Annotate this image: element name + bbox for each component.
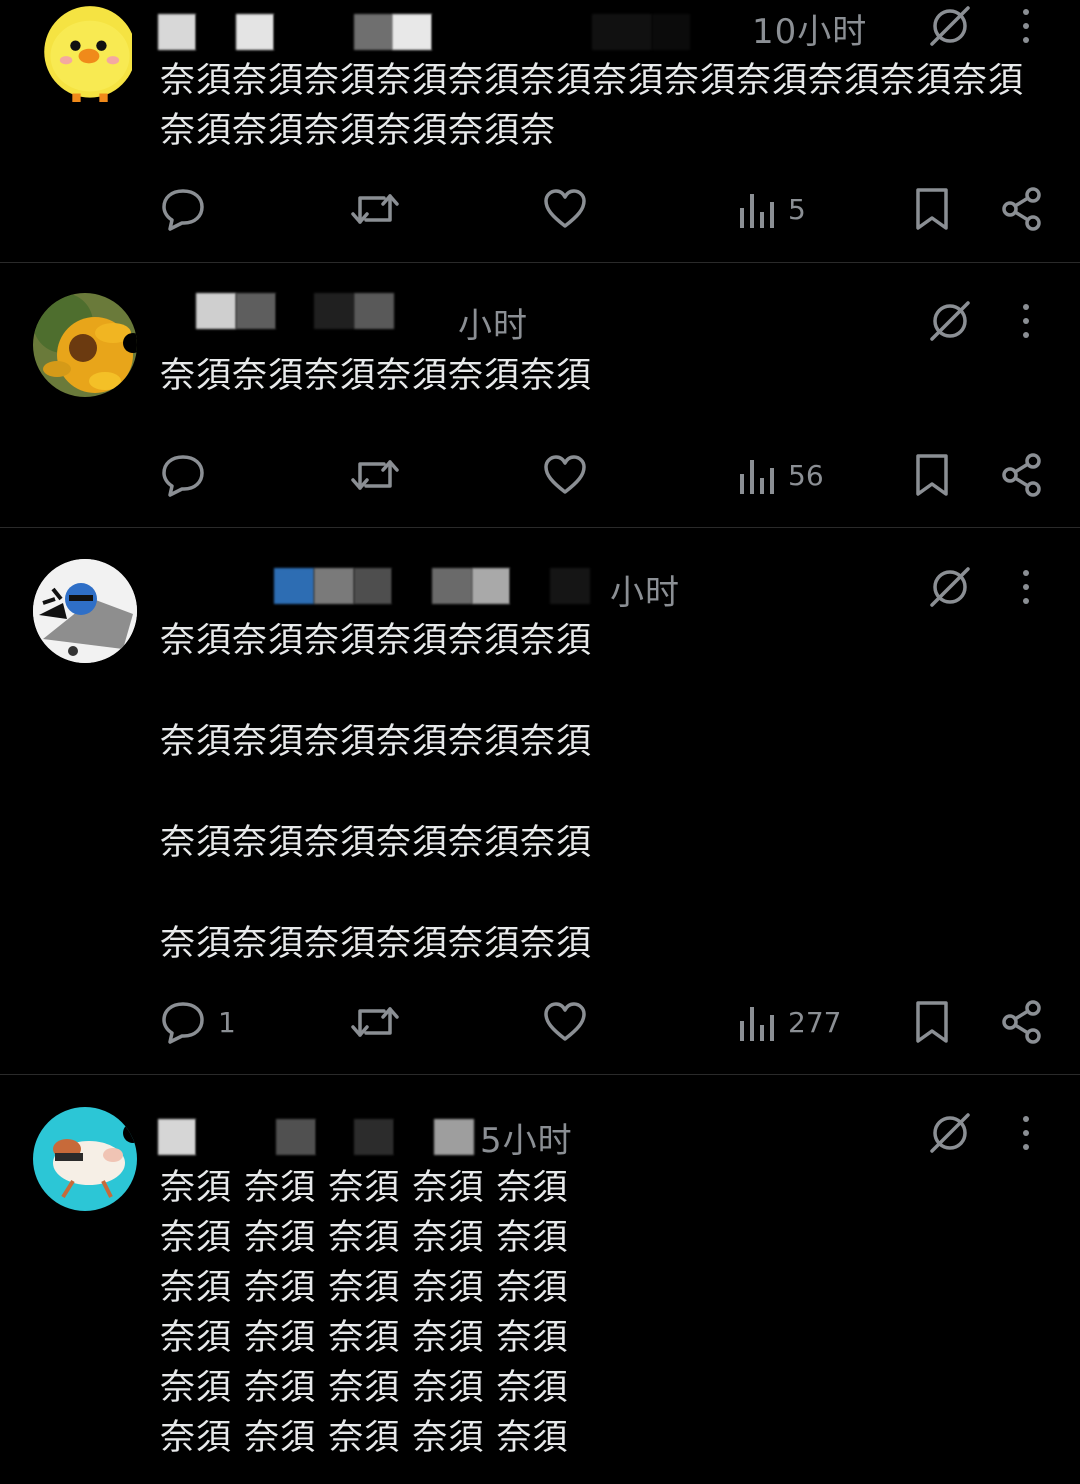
post-4[interactable]: 5小时 奈須 奈須 奈須 奈須 奈須 奈須 奈須 奈須 奈須 奈須 奈須 奈須 … (0, 1075, 1080, 1484)
more-icon[interactable] (1014, 567, 1038, 607)
reply-icon (162, 455, 204, 497)
more-icon[interactable] (1014, 1113, 1038, 1153)
reply-button[interactable] (160, 450, 218, 500)
views-button[interactable]: 277 (738, 997, 841, 1047)
post-text-line: 奈須 奈須 奈須 奈須 奈須 (160, 1368, 569, 1408)
post-3[interactable]: 小时 奈須奈須奈須奈須奈須奈須 奈須奈須奈須奈須奈須奈須 奈須奈須奈須奈須奈須奈… (0, 528, 1080, 1074)
repost-button[interactable] (350, 184, 400, 234)
heart-icon (544, 455, 586, 494)
bookmark-icon (916, 188, 948, 230)
views-count: 56 (788, 458, 824, 492)
views-count: 277 (788, 1005, 842, 1039)
reply-button[interactable]: 1 (160, 997, 236, 1047)
post-text: 奈須奈須奈須奈須奈須奈須奈須奈須奈須奈須奈須奈須奈須奈須奈須奈須奈須奈 (160, 61, 1025, 151)
views-button[interactable]: 56 (738, 450, 824, 500)
share-icon (1002, 453, 1041, 497)
views-icon (740, 460, 774, 494)
bookmark-button[interactable] (912, 997, 952, 1047)
grok-icon[interactable] (926, 1109, 974, 1157)
share-button[interactable] (1000, 184, 1044, 234)
grok-icon[interactable] (926, 563, 974, 611)
post-time: 小时 (610, 573, 680, 613)
timeline-feed: 10小时 奈須奈須奈須奈須奈須奈須奈須奈須奈須奈須奈須奈須奈須奈須奈須奈須奈須奈 (0, 0, 1080, 1484)
avatar[interactable] (33, 293, 137, 397)
views-icon (740, 1007, 774, 1041)
post-text-line: 奈須 奈須 奈須 奈須 奈須 (160, 1318, 569, 1358)
views-icon (740, 194, 774, 228)
reply-icon (162, 189, 204, 231)
cartoon-avatar-image (33, 1107, 137, 1211)
avatar[interactable] (38, 2, 132, 102)
repost-icon (351, 194, 399, 224)
post-text-line: 奈須奈須奈須奈須奈須奈須 (160, 621, 593, 661)
post-2[interactable]: 小时 奈須奈須奈須奈須奈須奈須 56 (0, 263, 1080, 527)
reply-button[interactable] (160, 184, 218, 234)
grok-icon[interactable] (926, 297, 974, 345)
post-text-line: 奈須 奈須 奈須 奈須 奈須 (160, 1418, 569, 1458)
views-count: 5 (788, 192, 806, 226)
like-button[interactable] (542, 450, 588, 500)
reply-count: 1 (218, 1005, 236, 1039)
share-button[interactable] (1000, 450, 1044, 500)
more-icon[interactable] (1014, 6, 1038, 46)
repost-icon (351, 1007, 399, 1037)
sunflower-avatar-image (33, 293, 137, 397)
post-text-line: 奈須奈須奈須奈須奈須奈須 (160, 823, 593, 863)
redacted-display-name[interactable] (274, 568, 594, 604)
bookmark-button[interactable] (912, 184, 952, 234)
post-text-line: 奈須奈須奈須奈須奈須奈須 (160, 924, 593, 964)
post-text-line: 奈須 奈須 奈須 奈須 奈須 (160, 1218, 569, 1258)
post-text-line: 奈須 奈須 奈須 奈須 奈須 (160, 1168, 569, 1208)
grok-icon[interactable] (926, 2, 974, 50)
post-1[interactable]: 10小时 奈須奈須奈須奈須奈須奈須奈須奈須奈須奈須奈須奈須奈須奈須奈須奈須奈須奈 (0, 0, 1080, 262)
redacted-display-name[interactable] (158, 1119, 478, 1155)
bookmark-icon (916, 454, 948, 496)
post-text-line: 奈須奈須奈須奈須奈須奈須 (160, 722, 593, 762)
action-bar: 56 (0, 450, 1080, 500)
more-icon[interactable] (1014, 301, 1038, 341)
cartoon-avatar-image (33, 559, 137, 663)
heart-icon (544, 1002, 586, 1041)
bookmark-button[interactable] (912, 450, 952, 500)
reply-icon (162, 1002, 204, 1044)
post-time: 5小时 (480, 1121, 573, 1161)
repost-icon (351, 460, 399, 490)
avatar[interactable] (33, 1107, 137, 1211)
redacted-display-name[interactable] (196, 293, 436, 329)
action-bar: 1 277 (0, 997, 1080, 1047)
share-icon (1002, 1000, 1041, 1044)
action-bar: 5 (0, 184, 1080, 234)
like-button[interactable] (542, 997, 588, 1047)
heart-icon (544, 189, 586, 228)
post-time: 小时 (458, 306, 528, 346)
post-text-line: 奈須 奈須 奈須 奈須 奈須 (160, 1268, 569, 1308)
redacted-display-name[interactable] (158, 14, 748, 50)
post-text: 奈須奈須奈須奈須奈須奈須 (160, 356, 593, 396)
avatar[interactable] (33, 559, 137, 663)
views-button[interactable]: 5 (738, 184, 806, 234)
duck-avatar-image (44, 6, 132, 102)
share-icon (1002, 187, 1041, 231)
post-time: 10小时 (752, 12, 868, 52)
repost-button[interactable] (350, 450, 400, 500)
share-button[interactable] (1000, 997, 1044, 1047)
bookmark-icon (916, 1001, 948, 1043)
repost-button[interactable] (350, 997, 400, 1047)
like-button[interactable] (542, 184, 588, 234)
